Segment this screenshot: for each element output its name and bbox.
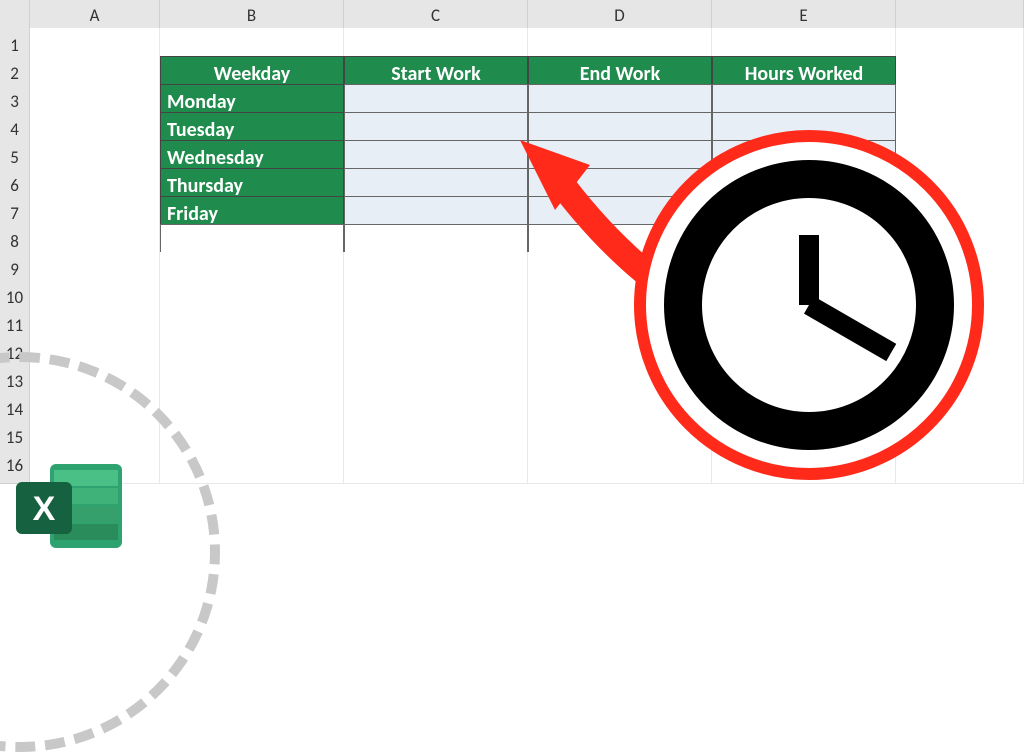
excel-icon: X bbox=[12, 458, 132, 558]
clock-icon bbox=[634, 130, 984, 480]
svg-text:X: X bbox=[33, 490, 56, 528]
